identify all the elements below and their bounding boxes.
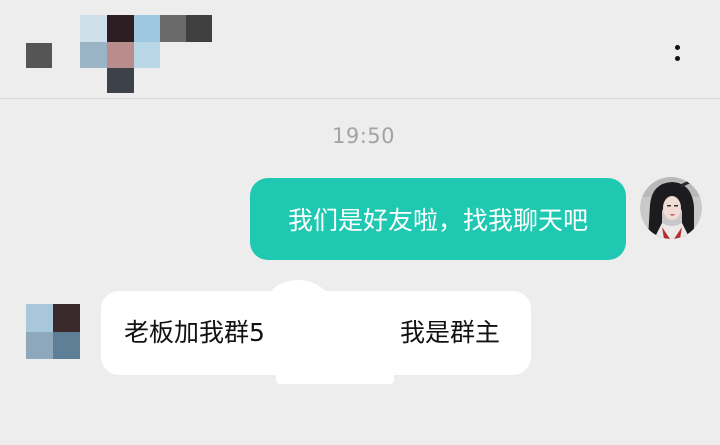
incoming-message-text-end: 我是群主 bbox=[400, 318, 501, 347]
outgoing-message-bubble[interactable]: 我们是好友啦，找我聊天吧 bbox=[250, 178, 626, 260]
chat-header bbox=[0, 0, 720, 98]
incoming-message-text-start: 老板加我群5 bbox=[124, 318, 265, 347]
back-icon[interactable] bbox=[26, 43, 52, 68]
outgoing-message-text: 我们是好友啦，找我聊天吧 bbox=[287, 206, 588, 235]
contact-avatar-redacted[interactable] bbox=[26, 304, 80, 359]
self-avatar[interactable] bbox=[640, 177, 702, 239]
more-dots-icon[interactable] bbox=[670, 40, 684, 66]
message-timestamp: 19:50 bbox=[331, 124, 396, 148]
header-divider bbox=[0, 98, 720, 99]
avatar-portrait-image bbox=[640, 177, 702, 239]
